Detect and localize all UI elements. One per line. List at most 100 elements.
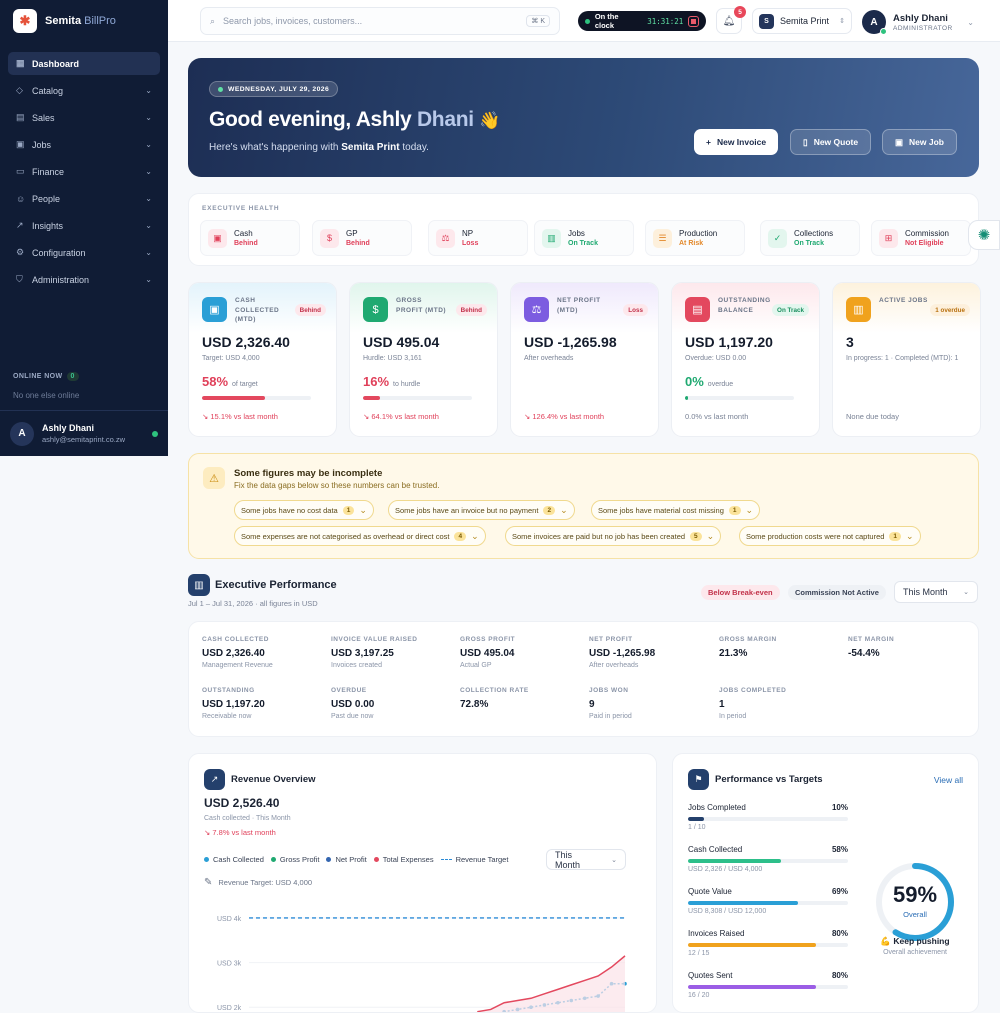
chip-label: Some jobs have an invoice but no payment xyxy=(395,505,539,515)
sidebar-item-people[interactable]: ☺ People ⌄ xyxy=(8,187,160,210)
period-select[interactable]: This Month ⌄ xyxy=(894,581,978,603)
data-gap-chip[interactable]: Some invoices are paid but no job has be… xyxy=(505,526,722,546)
sidebar-item-configuration[interactable]: ⚙ Configuration ⌄ xyxy=(8,241,160,264)
kpi-card[interactable]: ▤ OUTSTANDING BALANCE On Track USD 1,197… xyxy=(671,282,820,437)
shield-icon: ⛉ xyxy=(16,274,23,284)
warning-title: Some figures may be incomplete xyxy=(234,468,383,479)
kpi-card[interactable]: $ GROSS PROFIT (MTD) Behind USD 495.04 H… xyxy=(349,282,498,437)
revenue-overview-card: ↗ Revenue Overview USD 2,526.40 Cash col… xyxy=(188,753,657,1013)
dollar-icon: $ xyxy=(320,228,339,248)
grid-icon: ▦ xyxy=(16,58,25,68)
sidebar-item-catalog[interactable]: ◇ Catalog ⌄ xyxy=(8,79,160,102)
performance-vs-targets-card: ⚑ Performance vs Targets View all Jobs C… xyxy=(672,753,979,1013)
health-item-jobs[interactable]: ▥ Jobs On Track xyxy=(534,220,634,256)
legend-item[interactable]: Cash Collected xyxy=(204,855,264,864)
sidebar-item-dashboard[interactable]: ▦ Dashboard xyxy=(8,52,160,75)
metric-value: 21.3% xyxy=(719,648,748,659)
legend-item[interactable]: Gross Profit xyxy=(270,855,319,864)
health-label: Production xyxy=(679,229,718,238)
health-item-cash[interactable]: ▣ Cash Behind xyxy=(200,220,300,256)
target-percentage: 80% xyxy=(831,971,848,980)
section-title: Executive Performance xyxy=(215,579,337,591)
sidebar-item-finance[interactable]: ▭ Finance ⌄ xyxy=(8,160,160,183)
new-invoice-button[interactable]: + New Invoice xyxy=(694,129,779,155)
notifications-button[interactable]: 🔔︎ 5 xyxy=(716,6,746,34)
kpi-card[interactable]: ▣ CASH COLLECTED (MTD) Behind USD 2,326.… xyxy=(188,282,337,437)
new-job-button[interactable]: ▣ New Job xyxy=(882,129,957,155)
chip-label: Some expenses are not categorised as ove… xyxy=(241,531,450,541)
chip-count: 1 xyxy=(342,505,355,515)
data-gap-chip[interactable]: Some jobs have no cost data 1 ⌄ xyxy=(234,500,374,520)
legend-item[interactable]: Total Expenses xyxy=(373,855,434,864)
kpi-trend: ↘ 126.4% vs last month xyxy=(524,412,605,421)
kpi-trend: ↘ 15.1% vs last month xyxy=(202,412,278,421)
kpi-value: USD -1,265.98 xyxy=(524,334,617,350)
kpi-card[interactable]: ⚖ NET PROFIT (MTD) Loss USD -1,265.98 Af… xyxy=(510,282,659,437)
health-item-np[interactable]: ⚖ NP Loss xyxy=(428,220,528,256)
target-percentage: 10% xyxy=(831,803,848,812)
y-tick-label: USD 3k xyxy=(217,961,242,968)
chip-count: 4 xyxy=(454,531,467,541)
revenue-target-note[interactable]: ✎ Revenue Target: USD 4,000 xyxy=(204,877,312,888)
chevron-down-icon: ⌄ xyxy=(145,248,152,257)
data-gap-chip[interactable]: Some expenses are not categorised as ove… xyxy=(234,526,486,546)
target-row: Quote Value 69% USD 8,308 / USD 12,000 xyxy=(688,887,848,915)
metric-value: 1 xyxy=(719,699,725,710)
chevron-down-icon: ⌄ xyxy=(145,194,152,203)
chevron-down-icon: ⌄ xyxy=(145,86,152,95)
chevron-down-icon: ⌄ xyxy=(611,856,617,864)
overall-label: Overall xyxy=(903,910,927,919)
clock-timer[interactable]: On the clock 31:31:21 xyxy=(578,11,706,31)
executive-performance-grid: CASH COLLECTED USD 2,326.40 Management Rev… xyxy=(188,621,979,737)
kpi-card[interactable]: ▥ ACTIVE JOBS 1 overdue 3 In progress: 1… xyxy=(832,282,981,437)
health-item-collections[interactable]: ✓ Collections On Track xyxy=(760,220,860,256)
metric-cell: GROSS MARGIN 21.3% xyxy=(719,636,839,662)
sidebar-item-administration[interactable]: ⛉ Administration ⌄ xyxy=(8,268,160,291)
legend-item[interactable]: Net Profit xyxy=(326,855,367,864)
logo-icon: ✱ xyxy=(13,9,37,33)
new-quote-button[interactable]: ▯ New Quote xyxy=(790,129,872,155)
target-percentage: 80% xyxy=(831,929,848,938)
metric-cell: GROSS PROFIT USD 495.04 Actual GP xyxy=(460,636,580,669)
search-input[interactable]: ⌕ Search jobs, invoices, customers... ⌘ … xyxy=(200,7,560,35)
clock-status-dot xyxy=(585,18,590,24)
kpi-label: OUTSTANDING BALANCE xyxy=(718,297,771,314)
view-all-link[interactable]: View all xyxy=(934,775,963,785)
target-progress-bar xyxy=(688,859,848,863)
revenue-period-select[interactable]: This Month ⌄ xyxy=(546,849,626,870)
welcome-banner: WEDNESDAY, JULY 29, 2026 Good evening, A… xyxy=(188,58,979,177)
app-logo[interactable]: ✱ Semita BillPro xyxy=(0,0,168,42)
legend-item[interactable]: Revenue Target xyxy=(440,855,508,864)
user-menu[interactable]: A Ashly Dhani ADMINISTRATOR ⌄ xyxy=(862,8,974,36)
kpi-value: USD 1,197.20 xyxy=(685,334,773,350)
metric-sub: After overheads xyxy=(589,662,639,669)
dollar-icon: $ xyxy=(363,297,388,322)
sidebar-user[interactable]: A Ashly Dhani ashly@semitaprint.co.zw xyxy=(0,410,168,456)
sidebar-item-sales[interactable]: ▤ Sales ⌄ xyxy=(8,106,160,129)
chip-count: 2 xyxy=(543,505,556,515)
sidebar-item-label: Configuration xyxy=(32,247,86,258)
metric-value: USD 495.04 xyxy=(460,648,515,659)
health-item-production[interactable]: ☰ Production At Risk xyxy=(645,220,745,256)
metric-sub: Paid in period xyxy=(589,713,632,720)
data-gap-chip[interactable]: Some production costs were not captured 1… xyxy=(739,526,921,546)
assistant-icon[interactable]: ✺ xyxy=(968,220,1000,250)
metric-value: USD 2,326.40 xyxy=(202,648,265,659)
metric-cell: OUTSTANDING USD 1,197.20 Receivable now xyxy=(202,687,322,720)
health-item-gp[interactable]: $ GP Behind xyxy=(312,220,412,256)
kpi-sub: In progress: 1 · Completed (MTD): 1 xyxy=(846,355,959,362)
trend-down-icon: ↘ xyxy=(524,412,531,421)
sidebar-item-jobs[interactable]: ▣ Jobs ⌄ xyxy=(8,133,160,156)
trend-icon: ↗ xyxy=(204,769,225,790)
clock-time: 31:31:21 xyxy=(647,16,684,26)
sidebar-nav: ▦ Dashboard ◇ Catalog ⌄ ▤ Sales ⌄ ▣ Jobs ⌄ ▭ Finance… xyxy=(0,42,168,291)
receipt-icon: ▤ xyxy=(16,112,25,122)
health-item-commission[interactable]: ⊞ Commission Not Eligible xyxy=(871,220,971,256)
chevron-down-icon: ⌄ xyxy=(145,167,152,176)
data-gap-chip[interactable]: Some jobs have an invoice but no payment… xyxy=(388,500,575,520)
sidebar-item-label: Jobs xyxy=(32,139,52,150)
organization-switcher[interactable]: S Semita Print ⇕ xyxy=(752,8,852,34)
data-gap-chip[interactable]: Some jobs have material cost missing 1 ⌄ xyxy=(591,500,761,520)
sidebar-item-insights[interactable]: ↗ Insights ⌄ xyxy=(8,214,160,237)
stop-icon[interactable] xyxy=(688,15,699,27)
